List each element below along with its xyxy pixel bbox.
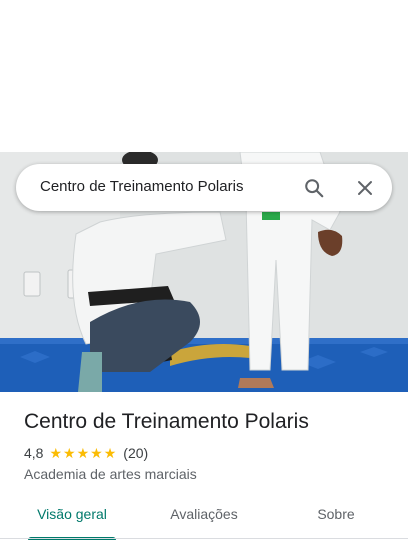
close-icon[interactable]: [352, 175, 378, 201]
place-category[interactable]: Academia de artes marciais: [24, 465, 197, 483]
search-icon[interactable]: [301, 175, 327, 201]
review-count[interactable]: (20): [123, 445, 148, 461]
tab-label: Avaliações: [170, 506, 238, 522]
star-icon: ★: [49, 445, 63, 461]
divider: [0, 538, 408, 539]
tab-about[interactable]: Sobre: [300, 490, 372, 538]
star-icon: ★: [76, 445, 90, 461]
place-title: Centro de Treinamento Polaris: [24, 410, 309, 433]
star-icon: ★: [103, 445, 117, 461]
rating-value: 4,8: [24, 445, 44, 461]
star-icon: ★: [63, 445, 76, 461]
search-input[interactable]: Centro de Treinamento Polaris: [40, 178, 243, 196]
search-bar[interactable]: Centro de Treinamento Polaris: [16, 164, 392, 211]
tab-label: Visão geral: [37, 506, 107, 522]
rating-stars: ★ ★ ★ ★ ★: [49, 446, 117, 460]
tab-label: Sobre: [317, 506, 355, 522]
tab-bar: Visão geral Avaliações Sobre: [0, 490, 408, 540]
star-icon: ★: [90, 445, 103, 461]
rating-row[interactable]: 4,8 ★ ★ ★ ★ ★ (20): [24, 444, 148, 462]
tab-overview[interactable]: Visão geral: [28, 490, 116, 540]
tab-reviews[interactable]: Avaliações: [160, 490, 248, 538]
